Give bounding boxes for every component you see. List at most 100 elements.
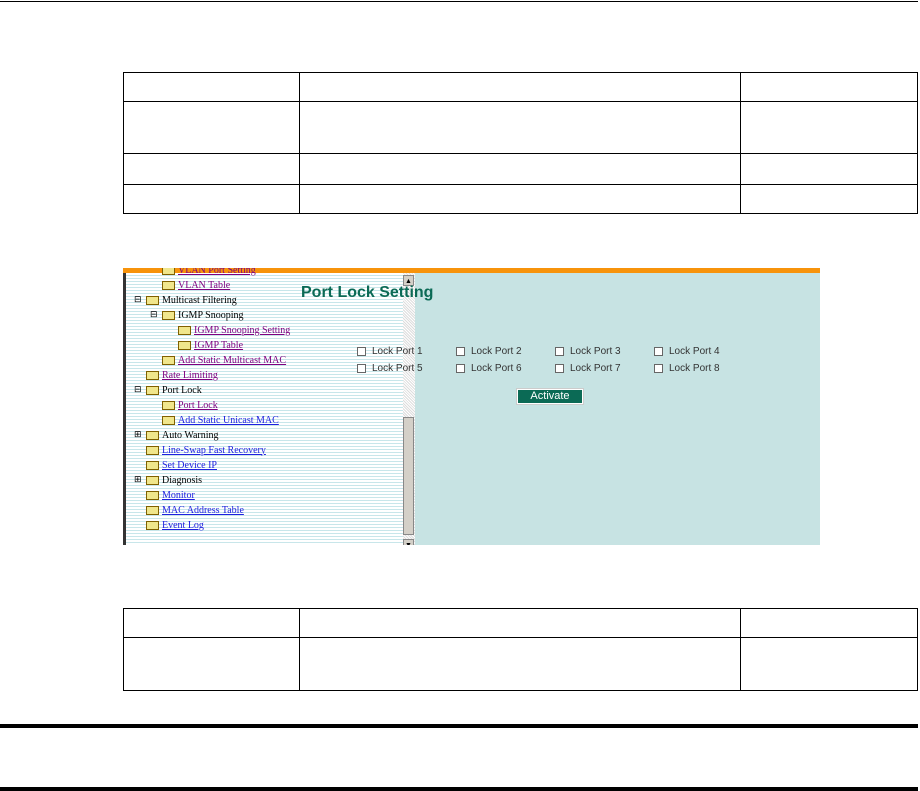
checkbox-icon[interactable] [456, 347, 465, 356]
table-cell [740, 153, 918, 185]
folder-icon [146, 370, 159, 380]
sidebar-item[interactable]: Monitor [134, 488, 195, 502]
table-cell [299, 153, 741, 185]
sidebar-item-label[interactable]: Add Static Unicast MAC [178, 415, 279, 426]
sidebar-item[interactable]: Add Static Multicast MAC [150, 353, 286, 367]
sidebar-item[interactable]: VLAN Table [150, 278, 230, 292]
table-cell [299, 101, 741, 154]
lock-port-checkbox[interactable]: Lock Port 5 [357, 363, 423, 374]
sidebar-item[interactable]: MAC Address Table [134, 503, 244, 517]
folder-icon [162, 310, 175, 320]
expand-icon[interactable]: ⊞ [134, 430, 143, 440]
table-2 [123, 608, 918, 691]
folder-icon [178, 340, 191, 350]
folder-icon [146, 385, 159, 395]
scroll-down-icon[interactable]: ▼ [403, 539, 414, 545]
sidebar-item[interactable]: Line-Swap Fast Recovery [134, 443, 266, 457]
checkbox-icon[interactable] [456, 364, 465, 373]
folder-icon [162, 400, 175, 410]
sidebar-item[interactable]: Rate Limiting [134, 368, 218, 382]
checkbox-icon[interactable] [555, 364, 564, 373]
table-cell [299, 637, 741, 691]
checkbox-icon[interactable] [654, 364, 663, 373]
sidebar-item-label: IGMP Snooping [178, 309, 244, 321]
table-header-cell [299, 608, 741, 638]
folder-icon [162, 280, 175, 290]
sidebar-item-label[interactable]: Port Lock [178, 400, 218, 411]
table-cell [299, 184, 741, 214]
table-header-cell [123, 608, 300, 638]
sidebar-item[interactable]: ⊞ Diagnosis [134, 473, 202, 487]
sidebar-item[interactable]: ⊟ Multicast Filtering [134, 293, 237, 307]
sidebar-item-label[interactable]: Line-Swap Fast Recovery [162, 445, 266, 456]
folder-icon [146, 490, 159, 500]
table-header-cell [740, 72, 918, 102]
checkbox-icon[interactable] [654, 347, 663, 356]
sidebar-tree: VLAN Port Setting VLAN Table ⊟ Multicast Fi… [123, 268, 403, 545]
top-rule [0, 1, 918, 2]
collapse-icon[interactable]: ⊟ [134, 295, 143, 305]
table-header-cell [123, 72, 300, 102]
sidebar-scrollbar[interactable]: ▲ ▼ [403, 273, 415, 545]
sidebar-item-label[interactable]: Set Device IP [162, 460, 217, 471]
table-header-cell [740, 608, 918, 638]
checkbox-label: Lock Port 3 [570, 346, 621, 357]
collapse-icon[interactable]: ⊟ [134, 385, 143, 395]
checkbox-label: Lock Port 5 [372, 363, 423, 374]
folder-icon [146, 295, 159, 305]
sidebar-item[interactable]: Port Lock [150, 398, 218, 412]
sidebar-item-label[interactable]: Add Static Multicast MAC [178, 355, 286, 366]
scroll-thumb[interactable] [403, 417, 414, 535]
checkbox-label: Lock Port 1 [372, 346, 423, 357]
sidebar-item-label: Diagnosis [162, 474, 202, 486]
sidebar-item[interactable]: ⊟ IGMP Snooping [150, 308, 243, 322]
checkbox-label: Lock Port 2 [471, 346, 522, 357]
expand-icon[interactable]: ⊞ [134, 475, 143, 485]
sidebar-item-label: Multicast Filtering [162, 294, 237, 306]
folder-icon [162, 268, 175, 275]
checkbox-icon[interactable] [555, 347, 564, 356]
sidebar-item[interactable]: Set Device IP [134, 458, 217, 472]
folder-icon [146, 430, 159, 440]
table-header-cell [299, 72, 741, 102]
sidebar-item-label[interactable]: IGMP Snooping Setting [194, 325, 290, 336]
sidebar-item[interactable]: ⊞ Auto Warning [134, 428, 219, 442]
lock-port-checkbox[interactable]: Lock Port 4 [654, 346, 720, 357]
sidebar-item-label[interactable]: VLAN Port Setting [178, 268, 256, 276]
sidebar-item-label[interactable]: Event Log [162, 520, 204, 531]
checkbox-icon[interactable] [357, 347, 366, 356]
lock-port-checkbox[interactable]: Lock Port 8 [654, 363, 720, 374]
checkbox-label: Lock Port 7 [570, 363, 621, 374]
sidebar-item[interactable]: IGMP Table [166, 338, 243, 352]
folder-icon [162, 415, 175, 425]
lock-port-checkbox[interactable]: Lock Port 6 [456, 363, 522, 374]
sidebar-item-label[interactable]: MAC Address Table [162, 505, 244, 516]
table-cell [123, 637, 300, 691]
table-1 [123, 72, 918, 214]
footer-rule-bottom [0, 787, 918, 791]
checkbox-icon[interactable] [357, 364, 366, 373]
footer-rule-top [0, 724, 918, 728]
activate-button[interactable]: Activate [516, 388, 584, 405]
sidebar-item[interactable]: Add Static Unicast MAC [150, 413, 279, 427]
lock-port-checkbox[interactable]: Lock Port 2 [456, 346, 522, 357]
lock-port-checkbox[interactable]: Lock Port 7 [555, 363, 621, 374]
sidebar-item[interactable]: VLAN Port Setting [150, 268, 256, 277]
table-cell [740, 637, 918, 691]
table-cell [740, 184, 918, 214]
checkbox-label: Lock Port 6 [471, 363, 522, 374]
sidebar-item-label[interactable]: Monitor [162, 490, 195, 501]
folder-icon [146, 475, 159, 485]
sidebar-item[interactable]: IGMP Snooping Setting [166, 323, 290, 337]
lock-port-checkbox[interactable]: Lock Port 1 [357, 346, 423, 357]
sidebar-item[interactable]: ⊟ Port Lock [134, 383, 202, 397]
table-cell [123, 184, 300, 214]
port-lock-screenshot: VLAN Port Setting VLAN Table ⊟ Multicast Fi… [123, 268, 820, 545]
sidebar-item-label[interactable]: Rate Limiting [162, 370, 218, 381]
sidebar-item[interactable]: Event Log [134, 518, 204, 532]
folder-icon [162, 355, 175, 365]
collapse-icon[interactable]: ⊟ [150, 310, 159, 320]
sidebar-item-label[interactable]: IGMP Table [194, 340, 243, 351]
lock-port-checkbox[interactable]: Lock Port 3 [555, 346, 621, 357]
sidebar-item-label[interactable]: VLAN Table [178, 280, 230, 291]
